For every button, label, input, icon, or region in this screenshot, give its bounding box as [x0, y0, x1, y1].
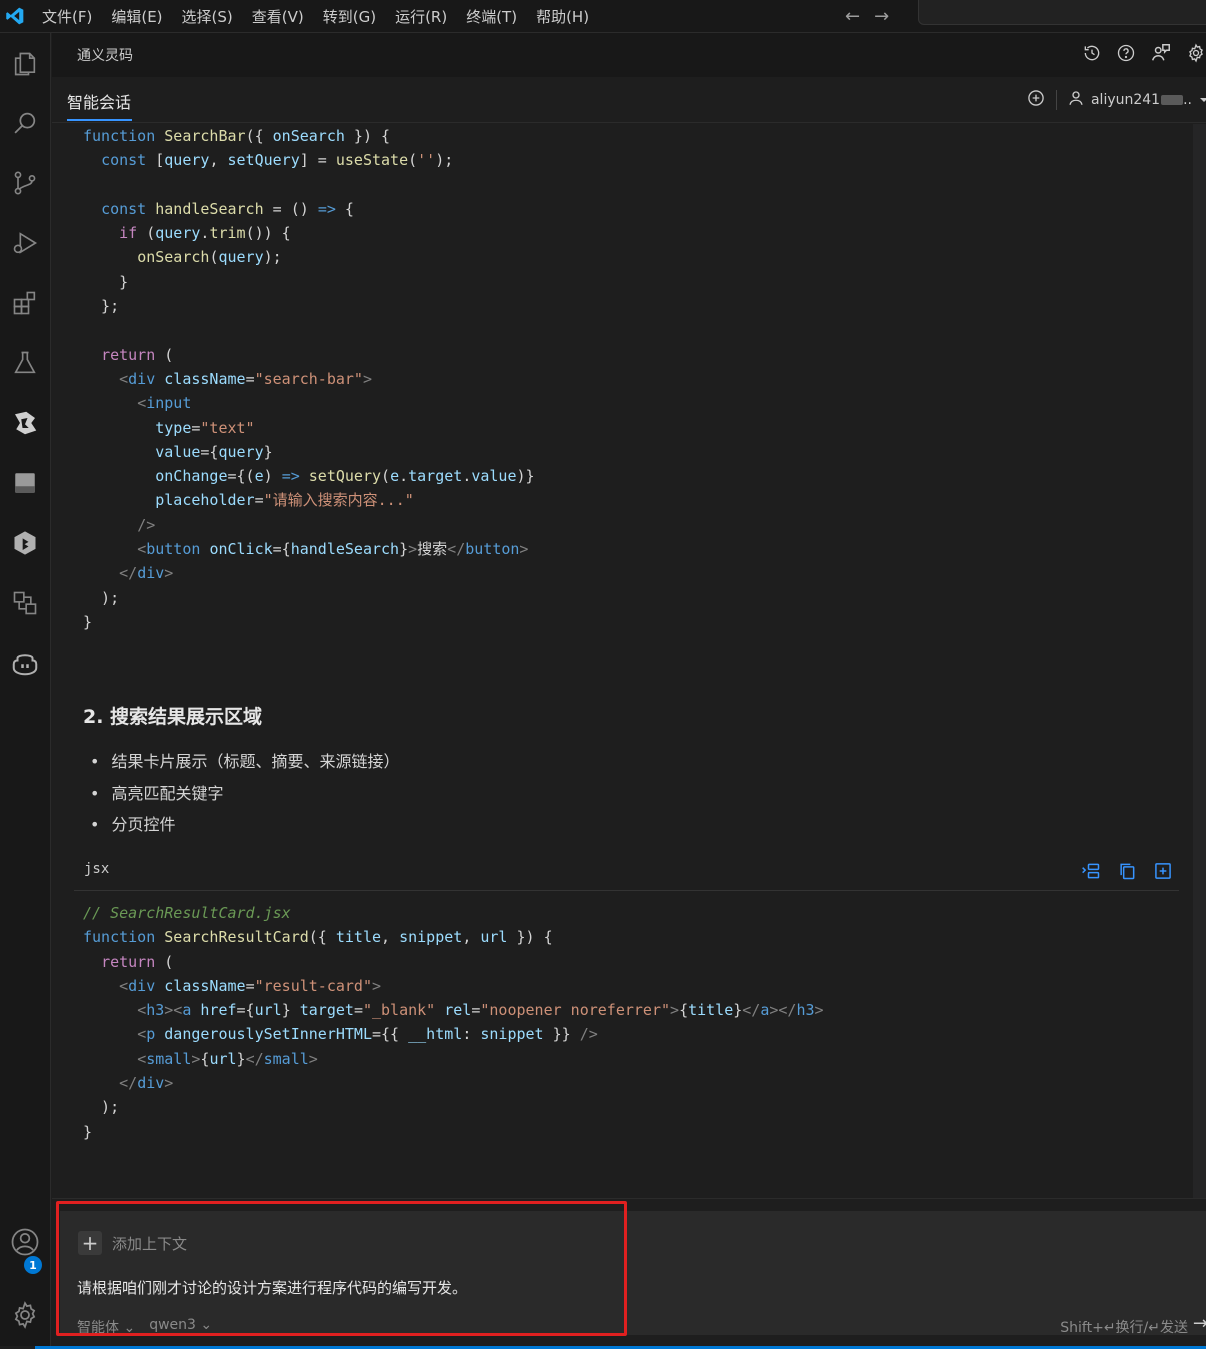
insert-code-icon[interactable] — [1081, 861, 1101, 885]
code-block-searchbar: function SearchBar({ onSearch }) { const… — [83, 127, 535, 631]
vscode-logo-icon — [0, 0, 30, 33]
section-heading: 2. 搜索结果展示区域 — [83, 706, 263, 728]
title-bar: 文件(F) 编辑(E) 选择(S) 查看(V) 转到(G) 运行(R) 终端(T… — [0, 0, 1206, 33]
divider — [1055, 90, 1057, 110]
menu-selection[interactable]: 选择(S) — [182, 6, 233, 27]
menu-edit[interactable]: 编辑(E) — [111, 6, 162, 27]
user-icon — [1067, 89, 1085, 111]
remote-icon[interactable] — [6, 584, 44, 622]
menu-terminal[interactable]: 终端(T) — [466, 6, 517, 27]
list-item: 高亮匹配关键字 — [90, 778, 399, 810]
chat-input-area: + 添加上下文 请根据咱们刚才讨论的设计方案进行程序代码的编写开发。 智能体 ⌄… — [52, 1198, 1206, 1349]
chat-content: function SearchBar({ onSearch }) { const… — [52, 124, 1193, 1198]
menu-go[interactable]: 转到(G) — [323, 6, 376, 27]
extensions-icon[interactable] — [6, 284, 44, 322]
highlight-frame — [56, 1201, 627, 1336]
copy-code-icon[interactable] — [1117, 861, 1137, 885]
testing-icon[interactable] — [6, 344, 44, 382]
tab-smart-chat[interactable]: 智能会话 — [67, 89, 131, 113]
feedback-icon[interactable] — [1150, 42, 1172, 68]
panel-header: 通义灵码 — [52, 33, 1206, 77]
explorer-icon[interactable] — [6, 45, 44, 83]
chevron-down-icon[interactable] — [1198, 91, 1206, 110]
new-chat-icon[interactable] — [1026, 88, 1046, 112]
settings-icon[interactable] — [6, 1296, 44, 1334]
plugin-icon[interactable] — [6, 524, 44, 562]
feature-list: 结果卡片展示（标题、摘要、来源链接） 高亮匹配关键字 分页控件 — [90, 746, 399, 841]
account-badge: 1 — [24, 1256, 42, 1274]
menu-run[interactable]: 运行(R) — [395, 6, 447, 27]
help-icon[interactable] — [1116, 43, 1136, 67]
scrollbar[interactable] — [1193, 124, 1206, 1198]
user-name: aliyun241 — [1090, 92, 1161, 108]
history-icon[interactable] — [1082, 43, 1102, 67]
list-item: 分页控件 — [90, 809, 399, 841]
send-icon[interactable]: → — [1193, 1313, 1206, 1334]
lingma-icon[interactable] — [6, 404, 44, 442]
code-block-resultcard: // SearchResultCard.jsx function SearchR… — [83, 904, 824, 1141]
tab-row: 智能会话 aliyun241.. — [52, 77, 1206, 123]
panel-icon[interactable] — [6, 464, 44, 502]
user-account[interactable]: aliyun241.. — [1091, 92, 1192, 108]
search-icon[interactable] — [6, 104, 44, 142]
new-file-icon[interactable] — [1153, 861, 1173, 885]
source-control-icon[interactable] — [6, 164, 44, 202]
menu-file[interactable]: 文件(F) — [42, 6, 92, 27]
user-name-ellipsis: .. — [1183, 92, 1192, 108]
command-center[interactable] — [918, 0, 1206, 25]
menu-help[interactable]: 帮助(H) — [536, 6, 589, 27]
copilot-icon[interactable] — [6, 644, 44, 682]
account-icon[interactable] — [6, 1223, 44, 1261]
menu-bar: 文件(F) 编辑(E) 选择(S) 查看(V) 转到(G) 运行(R) 终端(T… — [42, 6, 608, 27]
panel-title: 通义灵码 — [77, 48, 133, 64]
redacted-text — [1161, 95, 1184, 105]
code-language-label: jsx — [84, 861, 110, 877]
send-hint: Shift+↵换行/↵发送 — [1060, 1320, 1188, 1336]
back-arrow-icon[interactable]: ← — [845, 6, 860, 27]
run-debug-icon[interactable] — [6, 224, 44, 262]
activity-bar: 1 — [0, 33, 51, 1349]
list-item: 结果卡片展示（标题、摘要、来源链接） — [90, 746, 399, 778]
forward-arrow-icon[interactable]: → — [874, 6, 889, 27]
menu-view[interactable]: 查看(V) — [252, 6, 304, 27]
lingma-settings-icon[interactable] — [1186, 43, 1206, 67]
code-block-header: jsx — [74, 849, 1179, 891]
active-tab-indicator — [67, 119, 132, 121]
